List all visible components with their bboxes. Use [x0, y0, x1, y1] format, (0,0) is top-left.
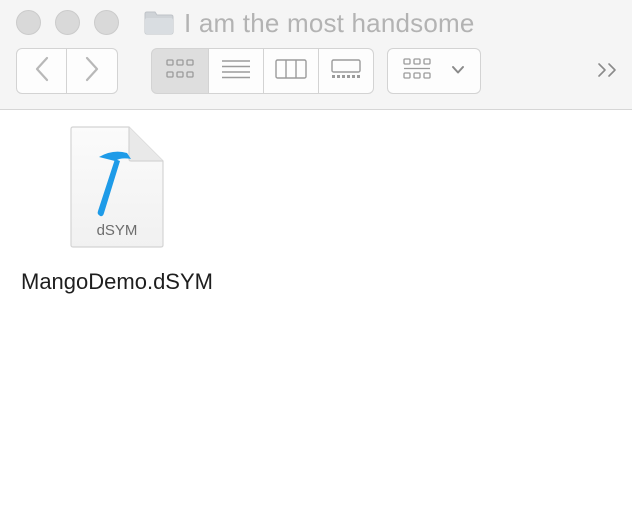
file-item[interactable]: dSYM MangoDemo.dSYM	[14, 125, 220, 297]
back-button[interactable]	[16, 48, 67, 94]
file-browser-area: dSYM MangoDemo.dSYM	[0, 111, 632, 510]
column-view-icon	[275, 58, 307, 84]
file-name-label: MangoDemo.dSYM	[21, 269, 213, 294]
group-by-button[interactable]	[387, 48, 481, 94]
column-view-button[interactable]	[264, 48, 319, 94]
forward-button[interactable]	[67, 48, 118, 94]
dsym-file-icon: dSYM	[69, 125, 165, 249]
window-title-area: I am the most handsome	[144, 8, 475, 38]
folder-icon	[144, 11, 174, 35]
gallery-view-button[interactable]	[319, 48, 374, 94]
view-mode-segmented-control	[151, 48, 374, 94]
chevron-right-icon	[84, 56, 100, 87]
gallery-view-icon	[331, 58, 361, 84]
window-title: I am the most handsome	[184, 7, 475, 38]
icon-view-button[interactable]	[151, 48, 209, 94]
close-window-button[interactable]	[16, 10, 41, 35]
double-chevron-right-icon	[596, 62, 620, 83]
navigation-buttons	[16, 48, 118, 94]
chevron-left-icon	[34, 56, 50, 87]
minimize-window-button[interactable]	[55, 10, 80, 35]
toolbar-overflow-button[interactable]	[594, 58, 622, 86]
chevron-down-icon	[451, 62, 465, 80]
group-by-icon	[403, 57, 431, 85]
file-type-badge: dSYM	[97, 222, 138, 239]
list-view-icon	[221, 59, 251, 84]
icon-view-icon	[166, 58, 194, 84]
finder-window: I am the most handsome dSYM MangoDemo.dS…	[0, 0, 632, 510]
zoom-window-button[interactable]	[94, 10, 119, 35]
toolbar: I am the most handsome	[0, 0, 632, 110]
list-view-button[interactable]	[209, 48, 264, 94]
